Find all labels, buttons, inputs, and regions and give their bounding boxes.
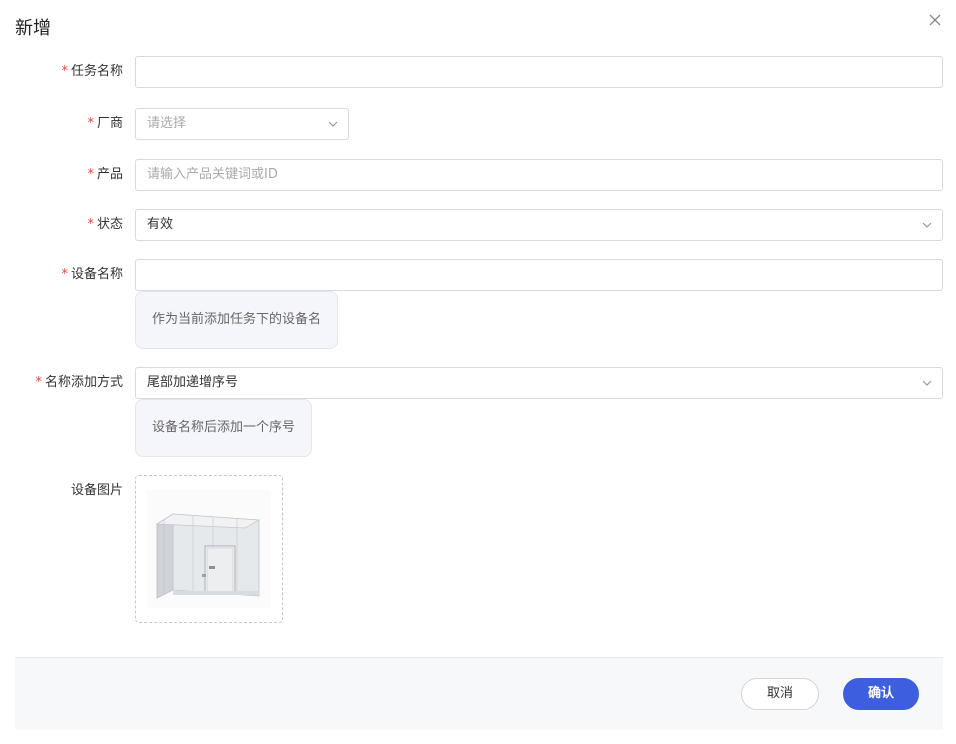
dialog-title: 新增 <box>15 18 51 39</box>
vendor-label-text: 厂商 <box>96 116 123 131</box>
chevron-down-icon <box>922 221 932 229</box>
task-name-label: * 任务名称 <box>61 56 123 88</box>
required-mark: * <box>87 217 94 232</box>
confirm-button[interactable]: 确认 <box>843 678 919 710</box>
status-value: 有效 <box>147 217 174 232</box>
name-mode-hint: 设备名称后添加一个序号 <box>135 399 313 457</box>
name-mode-label-text: 名称添加方式 <box>44 375 123 390</box>
required-mark: * <box>61 64 68 79</box>
product-label: * 产品 <box>87 159 123 191</box>
device-image-thumbnail <box>147 490 271 608</box>
product-label-text: 产品 <box>96 167 123 182</box>
vendor-select[interactable]: 请选择 <box>135 108 349 140</box>
close-icon <box>929 14 941 30</box>
device-name-hint: 作为当前添加任务下的设备名 <box>135 291 339 349</box>
status-label-text: 状态 <box>96 217 123 232</box>
name-mode-select[interactable]: 尾部加递增序号 <box>135 367 943 399</box>
task-name-input[interactable] <box>135 56 943 88</box>
cancel-button[interactable]: 取消 <box>741 678 819 710</box>
dialog-footer: 取消 确认 <box>15 657 943 730</box>
name-mode-label: * 名称添加方式 <box>35 367 123 399</box>
device-name-label-text: 设备名称 <box>70 267 123 282</box>
device-name-label: * 设备名称 <box>61 259 123 291</box>
name-mode-value: 尾部加递增序号 <box>147 375 239 390</box>
required-mark: * <box>87 167 94 182</box>
product-search-input[interactable]: 请输入产品关键词或ID <box>135 159 943 191</box>
task-name-label-text: 任务名称 <box>70 64 123 79</box>
device-image-label: 设备图片 <box>70 483 123 498</box>
required-mark: * <box>35 375 42 390</box>
status-select[interactable]: 有效 <box>135 209 943 241</box>
chevron-down-icon <box>328 120 338 128</box>
required-mark: * <box>87 116 94 131</box>
vendor-label: * 厂商 <box>87 108 123 140</box>
status-label: * 状态 <box>87 209 123 241</box>
close-button[interactable] <box>925 12 945 32</box>
required-mark: * <box>61 267 68 282</box>
vendor-placeholder: 请选择 <box>147 116 187 131</box>
device-name-input[interactable] <box>135 259 943 291</box>
chevron-down-icon <box>922 379 932 387</box>
device-image-upload[interactable] <box>135 475 283 623</box>
